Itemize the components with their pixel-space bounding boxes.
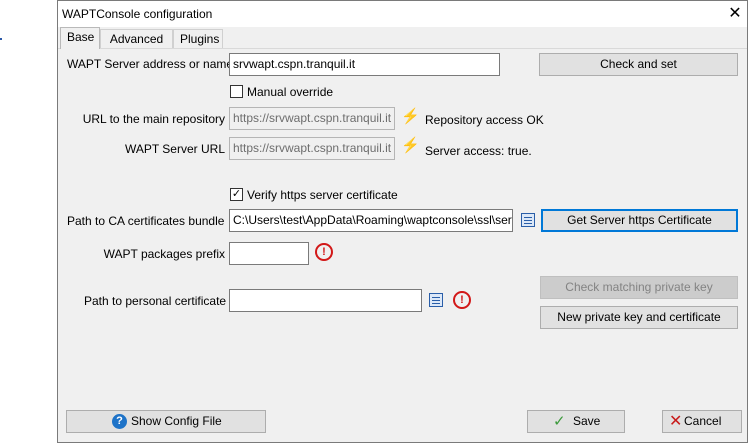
- packages-prefix-label: WAPT packages prefix: [103, 247, 225, 261]
- personal-cert-label: Path to personal certificate: [84, 294, 227, 308]
- ca-bundle-input[interactable]: C:\Users\test\AppData\Roaming\waptconsol…: [229, 209, 513, 232]
- server-url-label: WAPT Server URL: [124, 142, 225, 156]
- tab-plugins[interactable]: Plugins: [173, 29, 223, 48]
- plug-icon: ⚡: [401, 108, 420, 125]
- cancel-button[interactable]: ✕ Cancel: [662, 410, 742, 433]
- plug-icon: ⚡: [401, 137, 420, 154]
- tab-advanced[interactable]: Advanced: [100, 29, 173, 48]
- help-icon: ?: [112, 414, 127, 429]
- server-url-input: https://srvwapt.cspn.tranquil.it: [229, 137, 395, 160]
- close-icon[interactable]: ✕: [725, 4, 745, 24]
- tab-divider: [58, 48, 747, 49]
- show-config-file-label: Show Config File: [131, 414, 222, 428]
- screen-artifact-dot: [0, 38, 2, 40]
- packages-prefix-input[interactable]: [229, 242, 309, 265]
- title-bar: WAPTConsole configuration ✕: [58, 1, 747, 27]
- manual-override-checkbox[interactable]: [230, 85, 243, 98]
- get-server-cert-button[interactable]: Get Server https Certificate: [541, 209, 738, 232]
- x-icon: ✕: [669, 413, 683, 430]
- ca-bundle-label: Path to CA certificates bundle: [67, 214, 225, 228]
- server-address-label: WAPT Server address or name: [67, 57, 234, 71]
- check-matching-key-button[interactable]: Check matching private key: [540, 276, 738, 299]
- tab-base[interactable]: Base: [60, 27, 100, 49]
- check-and-set-button[interactable]: Check and set: [539, 53, 738, 76]
- new-private-key-button[interactable]: New private key and certificate: [540, 306, 738, 329]
- personal-cert-input[interactable]: [229, 289, 422, 312]
- warning-icon: !: [453, 291, 471, 309]
- repo-status-text: Repository access OK: [425, 113, 544, 127]
- server-address-input[interactable]: srvwapt.cspn.tranquil.it: [229, 53, 500, 76]
- save-button[interactable]: ✓ Save: [527, 410, 625, 433]
- save-label: Save: [573, 414, 601, 428]
- cancel-label: Cancel: [684, 414, 722, 428]
- manual-override-label: Manual override: [247, 85, 334, 99]
- server-status-text: Server access: true.: [425, 144, 532, 158]
- main-repo-input: https://srvwapt.cspn.tranquil.it: [229, 107, 395, 130]
- verify-https-label: Verify https server certificate: [247, 188, 398, 202]
- verify-https-checkbox[interactable]: ✓: [230, 188, 243, 201]
- main-repo-label: URL to the main repository: [82, 112, 225, 126]
- window-title: WAPTConsole configuration: [62, 7, 213, 21]
- file-browse-icon[interactable]: [429, 293, 443, 307]
- config-dialog: WAPTConsole configuration ✕ Base Advance…: [57, 0, 748, 443]
- file-browse-icon[interactable]: [521, 213, 535, 227]
- check-icon: ✓: [553, 413, 566, 430]
- warning-icon: !: [315, 243, 333, 261]
- show-config-file-button[interactable]: ? Show Config File: [66, 410, 266, 433]
